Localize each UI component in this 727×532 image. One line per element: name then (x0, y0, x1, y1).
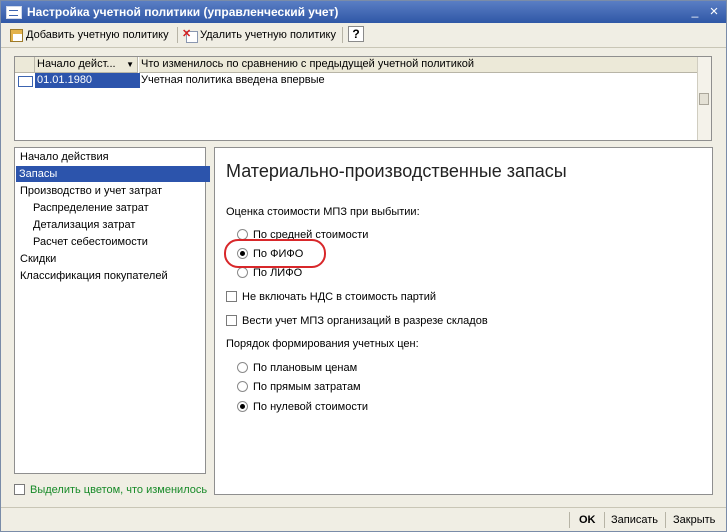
footer-separator (665, 512, 666, 528)
radio-icon (237, 228, 248, 240)
add-policy-icon (10, 28, 23, 42)
checkbox-exclude-vat[interactable]: Не включать НДС в стоимость партий (226, 290, 436, 305)
inventory-settings-panel: Материально-производственные запасы Оцен… (214, 147, 713, 495)
policy-row-icon (18, 76, 33, 87)
section-title: Материально-производственные запасы (226, 161, 567, 181)
minimize-button[interactable]: _ (687, 4, 703, 19)
price-order-label: Порядок формирования учетных цен: (226, 338, 419, 350)
radio-icon (237, 361, 248, 373)
title-bar: Настройка учетной политики (управленческ… (1, 1, 726, 23)
policy-window-icon (6, 6, 22, 19)
radio-planned-prices[interactable]: По плановым ценам (237, 361, 357, 376)
dialog-footer: OK Записать Закрыть (1, 507, 726, 531)
radio-direct-costs[interactable]: По прямым затратам (237, 380, 361, 395)
radio-selected-icon (237, 400, 248, 412)
close-button[interactable]: Закрыть (673, 512, 715, 528)
column-header-changes[interactable]: Что изменилось по сравнению с предыдущей… (139, 57, 702, 73)
radio-icon (237, 266, 248, 278)
radio-zero-cost[interactable]: По нулевой стоимости (237, 400, 368, 415)
policy-table[interactable]: Начало дейст... ▼ Что изменилось по срав… (14, 56, 712, 141)
add-policy-label: Добавить учетную политику (26, 29, 169, 41)
close-window-button[interactable]: × (706, 4, 722, 19)
radio-lifo[interactable]: По ЛИФО (237, 266, 302, 281)
add-policy-button[interactable]: Добавить учетную политику (10, 26, 169, 44)
checkbox-label: Вести учет МПЗ организаций в разрезе скл… (242, 315, 488, 327)
window-title: Настройка учетной политики (управленческ… (27, 5, 339, 19)
settings-nav: Начало действия Запасы Производство и уч… (14, 147, 210, 474)
scrollbar-thumb[interactable] (699, 93, 709, 105)
toolbar-separator (342, 27, 343, 43)
toolbar-separator (177, 27, 178, 43)
table-header-corner (15, 57, 35, 73)
policy-settings-window: Настройка учетной политики (управленческ… (0, 0, 727, 532)
nav-item-production[interactable]: Производство и учет затрат (17, 183, 165, 199)
nav-item-cost-calculation[interactable]: Расчет себестоимости (30, 234, 151, 250)
footer-separator (569, 512, 570, 528)
table-cell-date[interactable]: 01.01.1980 (35, 73, 140, 88)
valuation-label: Оценка стоимости МПЗ при выбытии: (226, 206, 420, 218)
delete-policy-label: Удалить учетную политику (200, 29, 336, 41)
checkbox-icon (14, 483, 25, 495)
fifo-highlight-ring (224, 239, 326, 268)
sort-down-icon: ▼ (126, 60, 134, 69)
table-scrollbar[interactable] (697, 57, 711, 140)
delete-policy-icon (182, 25, 198, 44)
checkbox-label: Не включать НДС в стоимость партий (242, 291, 437, 303)
radio-label: По прямым затратам (253, 381, 361, 393)
nav-item-inventory[interactable]: Запасы (16, 166, 210, 182)
nav-item-start[interactable]: Начало действия (17, 149, 112, 165)
nav-item-discounts[interactable]: Скидки (17, 251, 59, 267)
radio-icon (237, 380, 248, 392)
nav-item-customer-classification[interactable]: Классификация покупателей (17, 268, 171, 284)
column-header-start[interactable]: Начало дейст... ▼ (35, 57, 138, 73)
radio-label: По ЛИФО (253, 267, 303, 279)
highlight-changes-checkbox[interactable]: Выделить цветом, что изменилось (14, 483, 208, 496)
toolbar: Добавить учетную политику Удалить учетну… (1, 23, 726, 48)
help-icon[interactable]: ? (348, 26, 364, 42)
save-button[interactable]: Записать (611, 512, 658, 528)
ok-button[interactable]: OK (579, 512, 596, 528)
column-header-start-label: Начало дейст... (37, 58, 116, 70)
footer-separator (604, 512, 605, 528)
checkbox-by-warehouses[interactable]: Вести учет МПЗ организаций в разрезе скл… (226, 314, 488, 329)
checkbox-icon (226, 290, 237, 302)
delete-policy-button[interactable]: Удалить учетную политику (182, 25, 336, 44)
nav-item-cost-distribution[interactable]: Распределение затрат (30, 200, 152, 216)
nav-item-cost-detail[interactable]: Детализация затрат (30, 217, 138, 233)
radio-label: По нулевой стоимости (253, 401, 369, 413)
table-cell-change[interactable]: Учетная политика введена впервые (139, 73, 701, 88)
checkbox-icon (226, 314, 237, 326)
radio-label: По плановым ценам (253, 362, 358, 374)
checkbox-label: Выделить цветом, что изменилось (30, 484, 208, 496)
